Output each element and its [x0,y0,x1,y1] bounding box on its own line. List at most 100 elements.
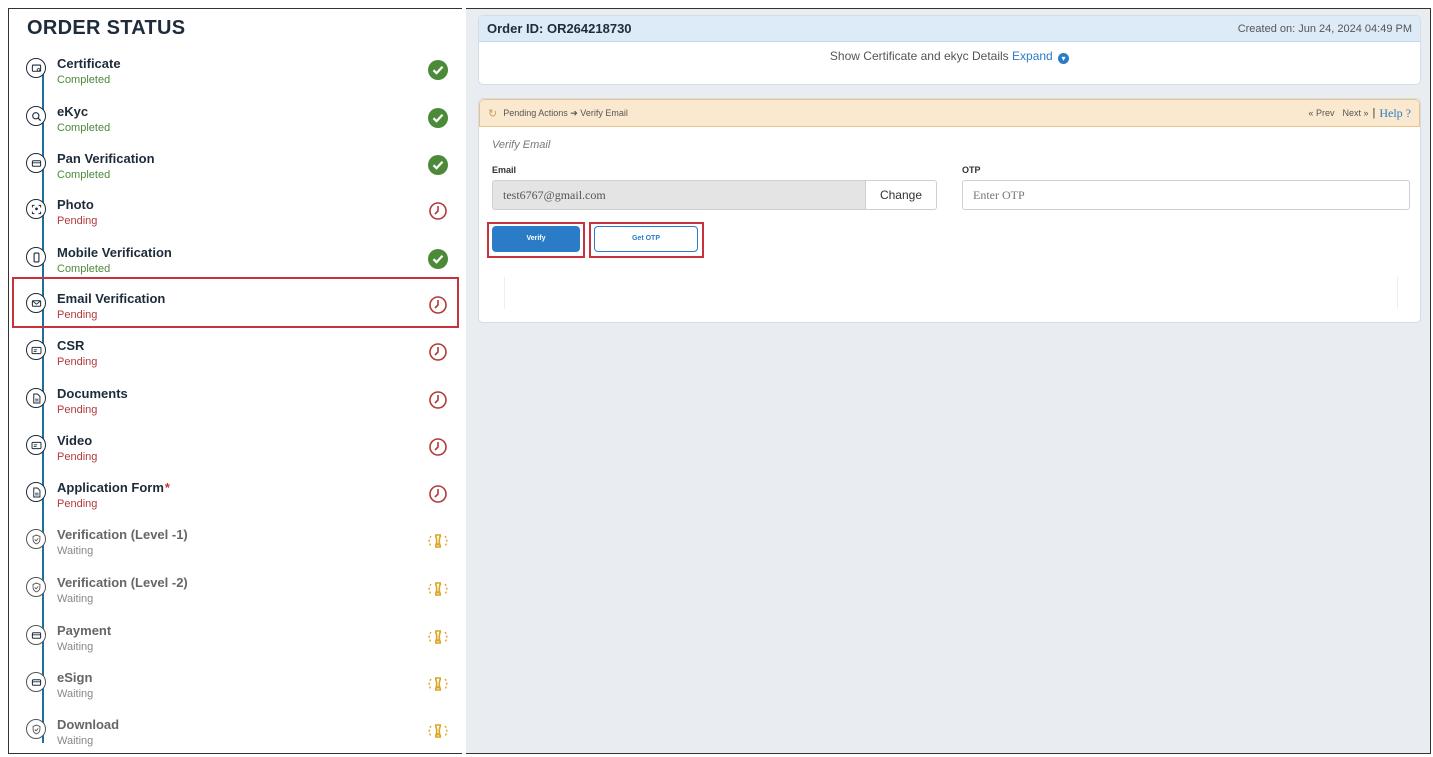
step-status: Waiting [57,593,94,605]
get-otp-button[interactable]: Get OTP [594,226,698,252]
card-icon [26,625,46,645]
email-verification-highlight [12,277,459,328]
email-label: Email [492,165,517,175]
expand-link[interactable]: Expand ▾ [1012,49,1070,64]
step-status: Completed [57,169,111,181]
face-scan-icon [26,199,46,219]
step-name: eSign [57,670,93,685]
expand-text: Show Certificate and ekyc Details [829,49,1009,63]
magnifier-user-icon [26,106,46,126]
step-ekyc[interactable]: eKyc Completed [9,102,463,149]
pending-action-breadcrumb: ↻ Pending Actions ➔ Verify Email [488,107,628,120]
change-email-button[interactable]: Change [865,180,937,210]
separator: | [1372,107,1376,119]
step-status: Pending [57,498,98,510]
order-status-sidebar: ORDER STATUS Certificate Completed eKyc Com… [8,8,462,754]
step-status: Completed [57,122,111,134]
sidebar-title: ORDER STATUS [27,17,186,39]
step-name: Application Form* [57,480,170,495]
step-name: Mobile Verification [57,245,172,260]
hourglass-icon [428,627,448,647]
step-status: Pending [57,404,98,416]
verify-email-form: Verify Email Email OTP test6767@gmail.co… [479,127,1422,322]
step-documents[interactable]: Documents Pending [9,384,463,431]
step-status: Pending [57,356,98,368]
pagination: « Prev Next » | Help ? [1300,106,1411,121]
clock-icon [428,390,448,410]
step-video[interactable]: Video Pending [9,431,463,478]
step-verification-level-2[interactable]: Verification (Level -2) Waiting [9,573,463,620]
shield-check-icon [26,577,46,597]
step-name: Pan Verification [57,151,155,166]
step-download[interactable]: Download Waiting [9,715,463,757]
step-name: Video [57,433,93,448]
step-status: Completed [57,263,111,275]
verify-button[interactable]: Verify [492,226,580,252]
expand-link-label: Expand [1012,49,1053,63]
next-label: Next [1342,108,1361,118]
card-icon [26,672,46,692]
step-application-form[interactable]: Application Form* Pending [9,478,463,525]
next-link[interactable]: Next » [1342,108,1368,118]
check-circle-icon [428,155,448,175]
step-name: CSR [57,338,85,353]
hourglass-icon [428,579,448,599]
step-status: Waiting [57,735,94,747]
step-photo[interactable]: Photo Pending [9,195,463,242]
step-status: Pending [57,215,98,227]
main-panel: Order ID: OR264218730 Created on: Jun 24… [466,8,1431,754]
email-field[interactable]: test6767@gmail.com [492,180,866,210]
pending-action-header: ↻ Pending Actions ➔ Verify Email « Prev … [479,99,1420,127]
step-status: Waiting [57,688,94,700]
check-circle-icon [428,60,448,80]
divider [1397,277,1398,309]
refresh-icon: ↻ [488,107,498,120]
hourglass-icon [428,721,448,741]
prev-link[interactable]: « Prev [1308,108,1334,118]
id-card-icon [26,340,46,360]
mobile-icon [26,247,46,267]
id-card-icon [26,435,46,455]
check-circle-icon [428,108,448,128]
order-id: Order ID: OR264218730 [487,21,632,36]
clock-icon [428,342,448,362]
step-name: Verification (Level -2) [57,575,188,590]
step-name: Photo [57,197,94,212]
step-status: Completed [57,74,111,86]
step-payment[interactable]: Payment Waiting [9,621,463,668]
step-name: Certificate [57,56,121,71]
document-icon [26,388,46,408]
step-verification-level-1[interactable]: Verification (Level -1) Waiting [9,525,463,572]
order-header: Order ID: OR264218730 Created on: Jun 24… [479,16,1420,42]
otp-label: OTP [962,165,981,175]
step-certificate[interactable]: Certificate Completed [9,54,463,101]
pending-action-card: ↻ Pending Actions ➔ Verify Email « Prev … [478,98,1421,323]
step-name: Payment [57,623,112,638]
hourglass-icon [428,531,448,551]
step-name: Verification (Level -1) [57,527,188,542]
card-icon [26,153,46,173]
clock-icon [428,201,448,221]
step-name: Download [57,717,120,732]
required-mark: * [164,480,170,495]
step-pan-verification[interactable]: Pan Verification Completed [9,149,463,196]
step-name: Documents [57,386,128,401]
otp-input[interactable]: Enter OTP [962,180,1410,210]
hourglass-icon [428,674,448,694]
shield-check-icon [26,529,46,549]
certificate-icon [26,58,46,78]
clock-icon [428,484,448,504]
created-on: Created on: Jun 24, 2024 04:49 PM [1237,22,1412,35]
step-csr[interactable]: CSR Pending [9,336,463,383]
step-esign[interactable]: eSign Waiting [9,668,463,715]
chevron-down-circle-icon: ▾ [1058,53,1070,64]
check-circle-icon [428,249,448,269]
step-status: Waiting [57,641,94,653]
breadcrumb-text: Pending Actions ➔ Verify Email [503,107,628,118]
step-name: eKyc [57,104,89,119]
shield-check-icon [26,719,46,739]
step-status: Waiting [57,545,94,557]
order-card: Order ID: OR264218730 Created on: Jun 24… [478,15,1421,85]
clock-icon [428,437,448,457]
help-link[interactable]: Help ? [1379,106,1411,121]
